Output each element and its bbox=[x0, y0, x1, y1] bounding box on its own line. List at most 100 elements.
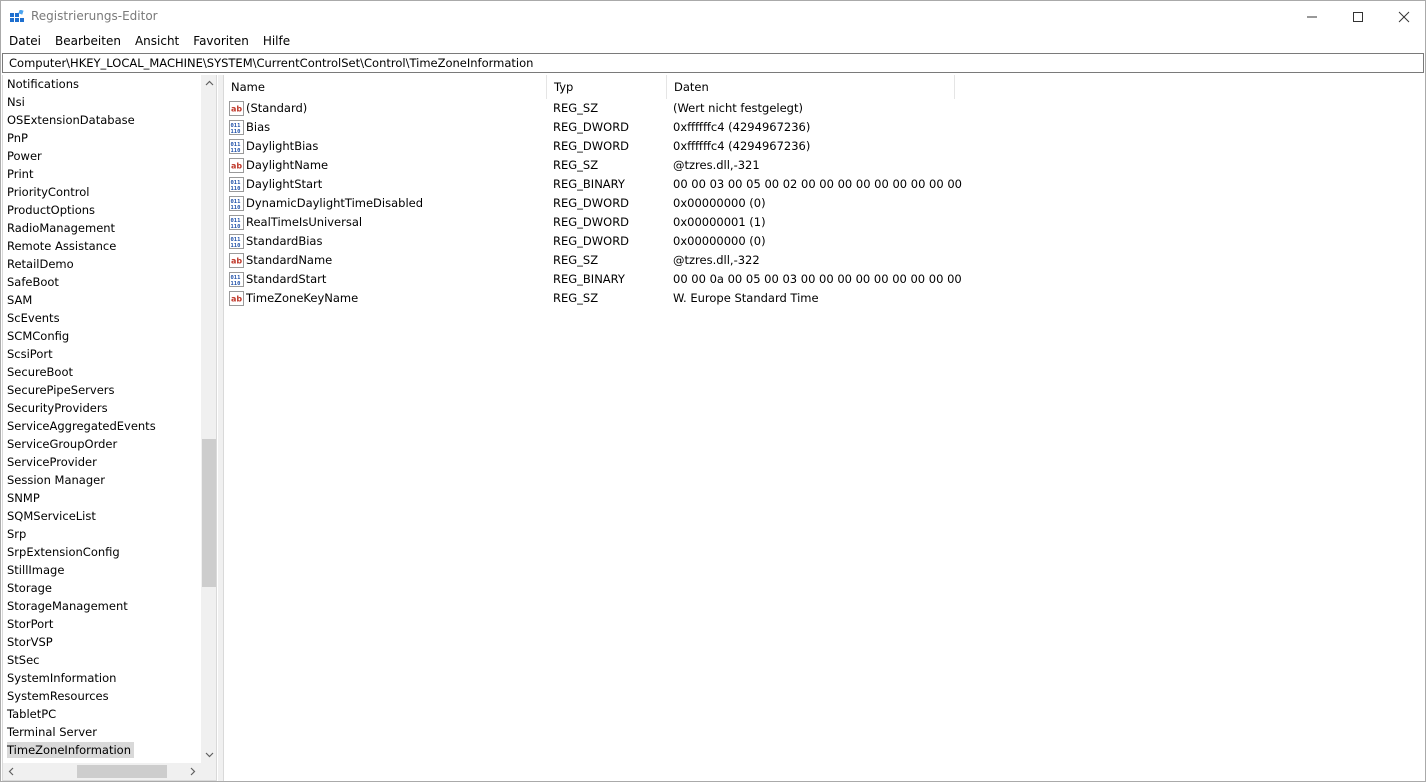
address-bar[interactable]: Computer\HKEY_LOCAL_MACHINE\SYSTEM\Curre… bbox=[2, 53, 1424, 73]
value-row[interactable]: 011 110 StandardStart REG_BINARY 00 00 0a 00… bbox=[224, 270, 1425, 289]
tree-item-label: RadioManagement bbox=[7, 221, 116, 235]
scroll-down-button[interactable] bbox=[201, 747, 216, 763]
tree-item[interactable]: StorVSP bbox=[3, 633, 201, 651]
tree-item-label: SecurityProviders bbox=[7, 401, 108, 415]
menu-datei[interactable]: Datei bbox=[1, 32, 48, 52]
value-row[interactable]: ab (Standard) REG_SZ (Wert nicht festgelegt… bbox=[224, 99, 1425, 118]
menu-ansicht[interactable]: Ansicht bbox=[128, 32, 186, 52]
tree-item-label: Remote Assistance bbox=[7, 239, 117, 253]
svg-text:110: 110 bbox=[231, 281, 241, 287]
tree-item[interactable]: StorPort bbox=[3, 615, 201, 633]
value-row[interactable]: ab DaylightName REG_SZ @tzres.dll,-321 bbox=[224, 156, 1425, 175]
value-row[interactable]: 011 110 DaylightBias REG_DWORD 0xffffffc4 (4… bbox=[224, 137, 1425, 156]
tree-item-label: SecureBoot bbox=[7, 365, 74, 379]
tree-item-label: StorPort bbox=[7, 617, 54, 631]
value-name: (Standard) bbox=[246, 101, 308, 115]
tree-item[interactable]: ServiceProvider bbox=[3, 453, 201, 471]
tree-vertical-scroll-thumb[interactable] bbox=[202, 439, 216, 587]
tree-item[interactable]: Remote Assistance bbox=[3, 237, 201, 255]
tree-vertical-scrollbar[interactable] bbox=[201, 75, 216, 763]
menu-favoriten[interactable]: Favoriten bbox=[186, 32, 256, 52]
svg-text:ab: ab bbox=[231, 257, 242, 266]
tree-item[interactable]: StillImage bbox=[3, 561, 201, 579]
tree-item[interactable]: SecureBoot bbox=[3, 363, 201, 381]
title-bar[interactable]: Registrierungs-Editor bbox=[1, 1, 1425, 32]
value-data: (Wert nicht festgelegt) bbox=[673, 101, 803, 115]
tree-item[interactable]: ScEvents bbox=[3, 309, 201, 327]
scroll-up-button[interactable] bbox=[201, 75, 216, 91]
value-data: 0x00000001 (1) bbox=[673, 215, 766, 229]
tree-item[interactable]: StSec bbox=[3, 651, 201, 669]
tree-item[interactable]: Nsi bbox=[3, 93, 201, 111]
value-row[interactable]: 011 110 DaylightStart REG_BINARY 00 00 03 00… bbox=[224, 175, 1425, 194]
column-header-name[interactable]: Name bbox=[224, 75, 547, 99]
value-row[interactable]: ab TimeZoneKeyName REG_SZ W. Europe Standar… bbox=[224, 289, 1425, 308]
window-title: Registrierungs-Editor bbox=[31, 9, 158, 23]
column-header-data[interactable]: Daten bbox=[667, 75, 955, 99]
tree-item[interactable]: SCMConfig bbox=[3, 327, 201, 345]
binary-value-icon: 011110 bbox=[229, 139, 244, 154]
value-type: REG_SZ bbox=[553, 101, 599, 115]
tree-item[interactable]: SrpExtensionConfig bbox=[3, 543, 201, 561]
column-header-type[interactable]: Typ bbox=[547, 75, 667, 99]
close-button[interactable] bbox=[1381, 1, 1426, 32]
tree-item-label: ScEvents bbox=[7, 311, 60, 325]
scroll-right-button[interactable] bbox=[185, 763, 201, 780]
key-tree-pane[interactable]: Notifications Nsi OSExtensionDatabase PnP Po… bbox=[2, 75, 217, 781]
tree-item[interactable]: SecurePipeServers bbox=[3, 381, 201, 399]
tree-item[interactable]: PriorityControl bbox=[3, 183, 201, 201]
values-rows: ab (Standard) REG_SZ (Wert nicht festgelegt… bbox=[224, 99, 1425, 308]
values-list-pane[interactable]: Name Typ Daten ab (Standard) REG_SZ (Wert n… bbox=[223, 75, 1425, 781]
value-type: REG_DWORD bbox=[553, 196, 630, 210]
tree-item[interactable]: Power bbox=[3, 147, 201, 165]
value-data: 0x00000000 (0) bbox=[673, 234, 766, 248]
tree-item[interactable]: ScsiPort bbox=[3, 345, 201, 363]
tree-item[interactable]: ServiceGroupOrder bbox=[3, 435, 201, 453]
tree-item[interactable]: Session Manager bbox=[3, 471, 201, 489]
tree-item[interactable]: SAM bbox=[3, 291, 201, 309]
tree-horizontal-scroll-thumb[interactable] bbox=[77, 765, 167, 778]
tree-item[interactable]: SecurityProviders bbox=[3, 399, 201, 417]
tree-item[interactable]: OSExtensionDatabase bbox=[3, 111, 201, 129]
scroll-left-button[interactable] bbox=[3, 763, 19, 780]
tree-item-label: TabletPC bbox=[7, 707, 57, 721]
tree-item[interactable]: Srp bbox=[3, 525, 201, 543]
tree-item[interactable]: RetailDemo bbox=[3, 255, 201, 273]
binary-value-icon: 011110 bbox=[229, 272, 244, 287]
svg-text:110: 110 bbox=[231, 243, 241, 249]
menu-bearbeiten[interactable]: Bearbeiten bbox=[48, 32, 128, 52]
maximize-button[interactable] bbox=[1335, 1, 1381, 32]
value-row[interactable]: 011 110 DynamicDaylightTimeDisabled REG_DWO… bbox=[224, 194, 1425, 213]
value-row[interactable]: ab StandardName REG_SZ @tzres.dll,-322 bbox=[224, 251, 1425, 270]
value-data: W. Europe Standard Time bbox=[673, 291, 819, 305]
tree-item[interactable]: SystemInformation bbox=[3, 669, 201, 687]
tree-item[interactable]: ServiceAggregatedEvents bbox=[3, 417, 201, 435]
value-row[interactable]: 011 110 StandardBias REG_DWORD 0x00000000 (0… bbox=[224, 232, 1425, 251]
value-type: REG_SZ bbox=[553, 158, 599, 172]
tree-item[interactable]: SystemResources bbox=[3, 687, 201, 705]
tree-item[interactable]: Terminal Server bbox=[3, 723, 201, 741]
tree-item[interactable]: RadioManagement bbox=[3, 219, 201, 237]
tree-item[interactable]: SafeBoot bbox=[3, 273, 201, 291]
value-data: 00 00 03 00 05 00 02 00 00 00 00 00 00 0… bbox=[673, 177, 962, 191]
tree-item[interactable]: SNMP bbox=[3, 489, 201, 507]
minimize-button[interactable] bbox=[1289, 1, 1335, 32]
tree-item[interactable]: Notifications bbox=[3, 75, 201, 93]
tree-item[interactable]: ProductOptions bbox=[3, 201, 201, 219]
scrollbar-corner bbox=[201, 763, 216, 780]
tree-item[interactable]: Print bbox=[3, 165, 201, 183]
tree-item[interactable]: PnP bbox=[3, 129, 201, 147]
tree-item[interactable]: Storage bbox=[3, 579, 201, 597]
tree-item[interactable]: TimeZoneInformation bbox=[3, 741, 201, 759]
tree-item[interactable]: TabletPC bbox=[3, 705, 201, 723]
menu-hilfe[interactable]: Hilfe bbox=[256, 32, 297, 52]
value-row[interactable]: 011 110 Bias REG_DWORD 0xffffffc4 (429496723… bbox=[224, 118, 1425, 137]
tree-item-label: Srp bbox=[7, 527, 27, 541]
tree-item[interactable]: StorageManagement bbox=[3, 597, 201, 615]
tree-horizontal-scrollbar[interactable] bbox=[3, 763, 201, 780]
string-value-icon: ab bbox=[229, 291, 244, 306]
tree-item-label: SafeBoot bbox=[7, 275, 59, 289]
tree-item[interactable]: SQMServiceList bbox=[3, 507, 201, 525]
tree-item-label: Session Manager bbox=[7, 473, 105, 487]
value-row[interactable]: 011 110 RealTimeIsUniversal REG_DWORD 0x0000… bbox=[224, 213, 1425, 232]
